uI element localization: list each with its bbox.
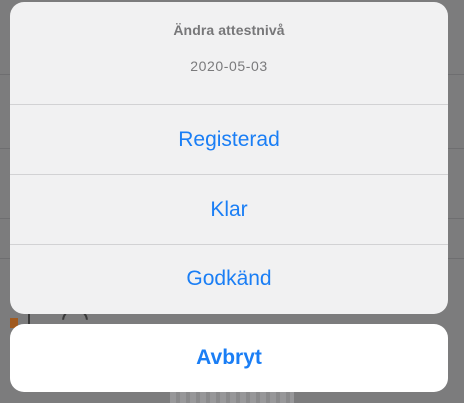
action-sheet-header: Ändra attestnivå 2020-05-03: [10, 2, 448, 104]
cancel-button[interactable]: Avbryt: [10, 324, 448, 392]
action-sheet-date: 2020-05-03: [190, 58, 268, 74]
action-sheet: Ändra attestnivå 2020-05-03 Registerad K…: [10, 2, 448, 314]
option-godkand-button[interactable]: Godkänd: [10, 245, 448, 313]
action-sheet-title: Ändra attestnivå: [173, 22, 285, 38]
option-klar-button[interactable]: Klar: [10, 175, 448, 244]
option-registerad-button[interactable]: Registerad: [10, 105, 448, 174]
